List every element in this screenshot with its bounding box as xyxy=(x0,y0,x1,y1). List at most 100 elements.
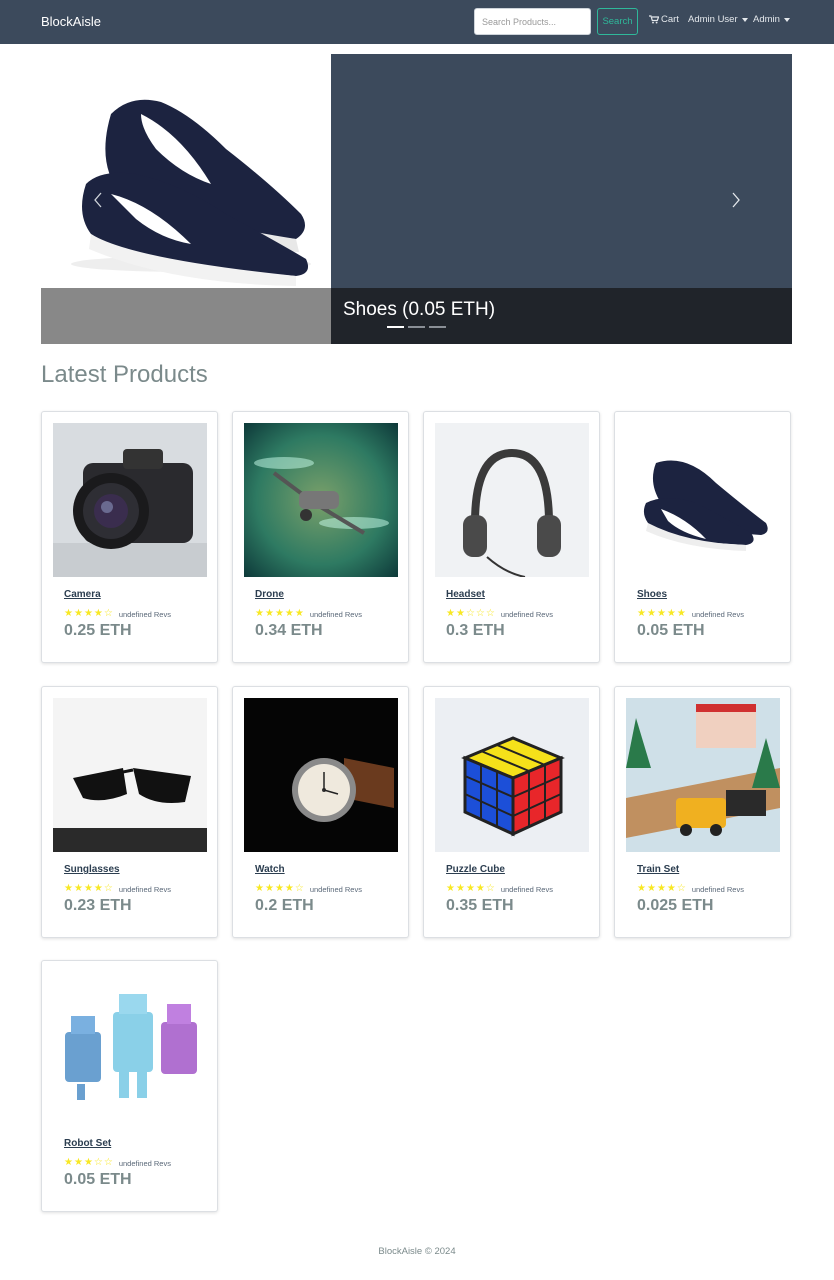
star-empty-icon: ☆ xyxy=(475,608,485,619)
star-empty-icon: ☆ xyxy=(676,883,686,894)
chevron-down-icon xyxy=(741,17,748,22)
star-filled-icon: ★ xyxy=(465,883,475,894)
user-menu-label: Admin User xyxy=(688,14,738,25)
star-filled-icon: ★ xyxy=(93,883,103,894)
carousel-indicator[interactable] xyxy=(387,326,404,328)
rating-stars: ★ ★ ★ ★ ☆ xyxy=(255,884,304,894)
star-empty-icon: ☆ xyxy=(93,1157,103,1168)
product-rating: ★ ★ ☆ ☆ ☆ undefined Revs xyxy=(446,609,553,619)
review-count: undefined Revs xyxy=(118,1158,171,1168)
carousel-indicator[interactable] xyxy=(408,326,425,328)
product-rating: ★ ★ ★ ★ ☆ undefined Revs xyxy=(446,884,553,894)
star-empty-icon: ☆ xyxy=(103,608,113,619)
rating-stars: ★ ★ ★ ★ ☆ xyxy=(64,609,113,619)
navbar: BlockAisle Search Cart Admin User Admin xyxy=(0,0,834,44)
product-rating: ★ ★ ★ ★ ☆ undefined Revs xyxy=(255,884,362,894)
product-image[interactable] xyxy=(53,698,207,852)
star-filled-icon: ★ xyxy=(294,608,304,619)
star-filled-icon: ★ xyxy=(656,883,666,894)
star-filled-icon: ★ xyxy=(73,608,83,619)
product-card[interactable]: Camera ★ ★ ★ ★ ☆ undefined Revs 0.25 ETH xyxy=(41,411,218,663)
product-image[interactable] xyxy=(626,698,780,852)
search-button[interactable]: Search xyxy=(597,8,638,35)
product-name-link[interactable]: Watch xyxy=(255,864,285,875)
rating-stars: ★ ★ ★ ☆ ☆ xyxy=(64,1158,113,1168)
product-price: 0.35 ETH xyxy=(446,897,514,914)
product-rating: ★ ★ ★ ☆ ☆ undefined Revs xyxy=(64,1158,171,1168)
product-name-link[interactable]: Puzzle Cube xyxy=(446,864,505,875)
chevron-down-icon xyxy=(783,17,790,22)
star-filled-icon: ★ xyxy=(284,883,294,894)
carousel-indicators xyxy=(387,326,446,328)
star-filled-icon: ★ xyxy=(274,883,284,894)
star-filled-icon: ★ xyxy=(446,883,455,894)
product-image[interactable] xyxy=(53,972,207,1126)
product-card[interactable]: Watch ★ ★ ★ ★ ☆ undefined Revs 0.2 ETH xyxy=(232,686,409,938)
star-empty-icon: ☆ xyxy=(103,883,113,894)
product-name-link[interactable]: Headset xyxy=(446,589,485,600)
star-empty-icon: ☆ xyxy=(485,608,495,619)
rating-stars: ★ ★ ★ ★ ★ xyxy=(255,609,304,619)
rating-stars: ★ ★ ★ ★ ☆ xyxy=(637,884,686,894)
review-count: undefined Revs xyxy=(309,884,362,894)
product-name-link[interactable]: Shoes xyxy=(637,589,667,600)
product-price: 0.2 ETH xyxy=(255,897,314,914)
product-card[interactable]: Sunglasses ★ ★ ★ ★ ☆ undefined Revs 0.23 ETH xyxy=(41,686,218,938)
search-input[interactable] xyxy=(474,8,591,35)
carousel-caption[interactable]: Shoes (0.05 ETH) xyxy=(343,299,495,321)
product-image[interactable] xyxy=(244,698,398,852)
product-card[interactable]: Shoes ★ ★ ★ ★ ★ undefined Revs 0.05 ETH xyxy=(614,411,791,663)
star-empty-icon: ☆ xyxy=(465,608,475,619)
admin-menu-label: Admin xyxy=(753,14,780,25)
star-filled-icon: ★ xyxy=(666,608,676,619)
shoe-illustration xyxy=(71,99,311,286)
star-filled-icon: ★ xyxy=(73,1157,83,1168)
review-count: undefined Revs xyxy=(500,884,553,894)
product-name-link[interactable]: Train Set xyxy=(637,864,679,875)
product-image[interactable] xyxy=(244,423,398,577)
user-menu-dropdown[interactable]: Admin User xyxy=(688,14,748,25)
chevron-left-icon[interactable] xyxy=(93,192,103,208)
product-rating: ★ ★ ★ ★ ☆ undefined Revs xyxy=(64,609,171,619)
review-count: undefined Revs xyxy=(118,609,171,619)
cart-label: Cart xyxy=(661,14,679,25)
star-filled-icon: ★ xyxy=(264,608,274,619)
review-count: undefined Revs xyxy=(500,609,553,619)
product-image[interactable] xyxy=(435,698,589,852)
product-card[interactable]: Train Set ★ ★ ★ ★ ☆ undefined Revs 0.025 ETH xyxy=(614,686,791,938)
star-filled-icon: ★ xyxy=(284,608,294,619)
star-filled-icon: ★ xyxy=(93,608,103,619)
star-filled-icon: ★ xyxy=(637,608,646,619)
carousel-slide-shade xyxy=(41,288,331,344)
product-name-link[interactable]: Drone xyxy=(255,589,284,600)
product-carousel[interactable]: Shoes (0.05 ETH) xyxy=(41,54,792,344)
product-image[interactable] xyxy=(435,423,589,577)
carousel-indicator[interactable] xyxy=(429,326,446,328)
star-filled-icon: ★ xyxy=(64,883,73,894)
chevron-right-icon[interactable] xyxy=(731,192,741,208)
product-card[interactable]: Puzzle Cube ★ ★ ★ ★ ☆ undefined Revs 0.35 ETH xyxy=(423,686,600,938)
product-card[interactable]: Drone ★ ★ ★ ★ ★ undefined Revs 0.34 ETH xyxy=(232,411,409,663)
star-filled-icon: ★ xyxy=(637,883,646,894)
product-image[interactable] xyxy=(53,423,207,577)
product-card[interactable]: Robot Set ★ ★ ★ ☆ ☆ undefined Revs 0.05 ETH xyxy=(41,960,218,1212)
star-empty-icon: ☆ xyxy=(485,883,495,894)
star-filled-icon: ★ xyxy=(646,608,656,619)
product-price: 0.25 ETH xyxy=(64,622,132,639)
product-name-link[interactable]: Robot Set xyxy=(64,1138,111,1149)
product-card[interactable]: Headset ★ ★ ☆ ☆ ☆ undefined Revs 0.3 ETH xyxy=(423,411,600,663)
product-name-link[interactable]: Sunglasses xyxy=(64,864,120,875)
cart-link[interactable]: Cart xyxy=(649,14,679,25)
carousel-slide-image[interactable] xyxy=(41,54,331,288)
star-filled-icon: ★ xyxy=(455,883,465,894)
product-image[interactable] xyxy=(626,423,780,577)
star-filled-icon: ★ xyxy=(446,608,455,619)
brand-link[interactable]: BlockAisle xyxy=(41,14,101,29)
star-filled-icon: ★ xyxy=(83,608,93,619)
product-price: 0.34 ETH xyxy=(255,622,323,639)
review-count: undefined Revs xyxy=(118,884,171,894)
product-name-link[interactable]: Camera xyxy=(64,589,101,600)
cart-icon xyxy=(649,15,659,24)
product-price: 0.025 ETH xyxy=(637,897,714,914)
admin-menu-dropdown[interactable]: Admin xyxy=(753,14,790,25)
